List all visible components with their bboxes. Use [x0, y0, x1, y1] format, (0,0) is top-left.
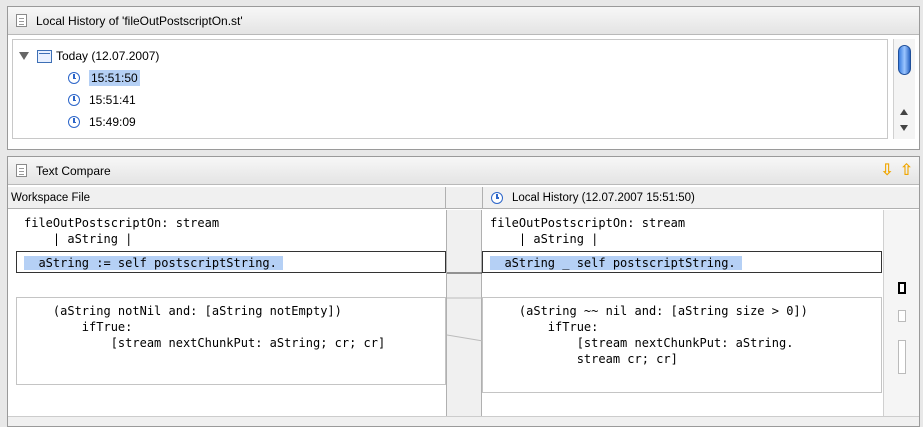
diff-connector-gutter: [446, 210, 484, 418]
history-entry[interactable]: 15:51:50: [68, 68, 140, 88]
tree-group-today[interactable]: Today (12.07.2007): [19, 46, 159, 66]
expand-triangle-icon[interactable]: [19, 52, 29, 60]
connector-lines: [446, 272, 484, 342]
code-line: [stream nextChunkPut: aString; cr; cr]: [24, 336, 386, 350]
local-history-panel: Local History of 'fileOutPostscriptOn.st…: [7, 6, 920, 150]
history-entry[interactable]: 15:51:41: [68, 90, 136, 110]
code-line: [stream nextChunkPut: aString.: [490, 336, 794, 350]
history-scrollbar[interactable]: [893, 39, 915, 139]
down-arrow-icon[interactable]: ⇩: [880, 163, 893, 179]
right-pane-title: Local History (12.07.2007 15:51:50): [512, 191, 695, 204]
calendar-icon: [37, 49, 52, 63]
horizontal-scroll-strip[interactable]: [8, 416, 919, 426]
history-titlebar: Local History of 'fileOutPostscriptOn.st…: [8, 7, 919, 35]
scroll-up-icon[interactable]: [900, 109, 908, 115]
history-entry-label[interactable]: 15:51:50: [89, 70, 140, 86]
local-history-editor[interactable]: fileOutPostscriptOn: stream | aString | …: [482, 210, 882, 418]
code-line: aString _ self postscriptString.: [490, 255, 742, 271]
code-line: (aString notNil and: [aString notEmpty]): [24, 304, 342, 318]
document-icon: [16, 164, 27, 177]
compare-title: Text Compare: [36, 163, 111, 178]
overview-mark[interactable]: [898, 340, 906, 374]
code-line: | aString |: [490, 232, 599, 246]
clock-icon: [68, 72, 80, 84]
code-line: ifTrue:: [490, 320, 599, 334]
group-label: Today (12.07.2007): [56, 49, 160, 63]
scroll-thumb[interactable]: [898, 45, 911, 75]
diff-overview-ruler[interactable]: [883, 210, 919, 418]
up-arrow-icon[interactable]: ⇧: [900, 163, 913, 179]
document-icon: [16, 14, 27, 27]
code-line: ifTrue:: [24, 320, 133, 334]
diff-navigation: ⇩ ⇧: [880, 163, 913, 179]
left-pane-header: Workspace File: [8, 187, 446, 209]
clock-icon: [491, 191, 503, 204]
code-line: stream cr; cr]: [490, 352, 678, 366]
code-line: aString := self postscriptString.: [24, 255, 283, 271]
left-pane-title: Workspace File: [11, 191, 91, 204]
workspace-file-editor[interactable]: fileOutPostscriptOn: stream | aString | …: [16, 210, 446, 418]
right-pane-header: Local History (12.07.2007 15:51:50): [482, 187, 919, 209]
clock-icon: [68, 94, 80, 106]
code-line: fileOutPostscriptOn: stream: [24, 216, 220, 230]
overview-mark[interactable]: [898, 310, 906, 322]
history-entry[interactable]: 15:49:09: [68, 112, 136, 132]
compare-titlebar: Text Compare: [8, 157, 919, 185]
highlighted-change: aString _ self postscriptString.: [490, 256, 742, 270]
history-entry-label[interactable]: 15:49:09: [89, 115, 136, 129]
code-line: fileOutPostscriptOn: stream: [490, 216, 686, 230]
code-line: | aString |: [24, 232, 133, 246]
history-entry-label[interactable]: 15:51:41: [89, 93, 136, 107]
scroll-down-icon[interactable]: [900, 125, 908, 131]
clock-icon: [68, 116, 80, 128]
gutter-header: [446, 187, 482, 209]
history-tree[interactable]: Today (12.07.2007) 15:51:50 15:51:41 15:…: [12, 39, 888, 139]
highlighted-change: aString := self postscriptString.: [24, 256, 283, 270]
code-line: (aString ~~ nil and: [aString size > 0]): [490, 304, 808, 318]
history-title: Local History of 'fileOutPostscriptOn.st…: [36, 13, 243, 28]
text-compare-panel: Text Compare ⇩ ⇧ Workspace File Local Hi…: [7, 156, 920, 427]
overview-mark-active[interactable]: [898, 282, 906, 294]
